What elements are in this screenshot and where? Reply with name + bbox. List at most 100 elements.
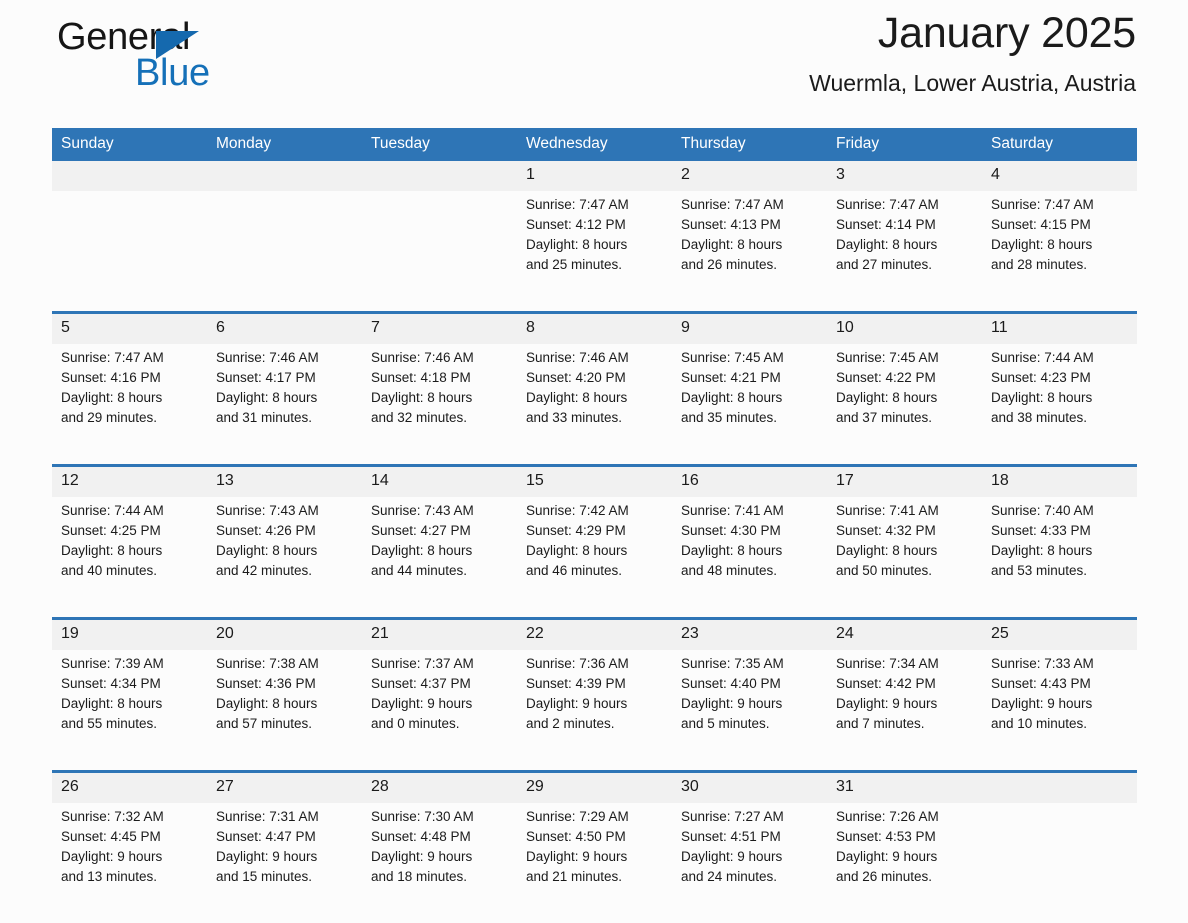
day-detail-line: and 28 minutes. [991,257,1088,272]
day-number[interactable]: 6 [207,314,362,344]
day-cell[interactable]: Sunrise: 7:30 AM Sunset: 4:48 PM Daylight:… [362,803,517,923]
day-number-row: 12 13 14 15 16 17 18 [52,467,1137,497]
day-cell-empty [207,191,362,311]
day-number[interactable]: 8 [517,314,672,344]
day-detail-line: Sunrise: 7:46 AM [371,350,474,365]
day-number[interactable]: 23 [672,620,827,650]
day-number[interactable]: 1 [517,161,672,191]
day-cell[interactable]: Sunrise: 7:44 AM Sunset: 4:23 PM Daylight:… [982,344,1137,464]
day-number[interactable]: 2 [672,161,827,191]
day-detail-line: Daylight: 8 hours [836,543,938,558]
logo-text-blue: Blue [135,52,210,94]
day-detail-line: Daylight: 8 hours [61,543,163,558]
day-detail-line: and 21 minutes. [526,869,623,884]
day-cell[interactable]: Sunrise: 7:47 AM Sunset: 4:16 PM Daylight:… [52,344,207,464]
day-number[interactable]: 24 [827,620,982,650]
day-number[interactable]: 10 [827,314,982,344]
day-cell[interactable]: Sunrise: 7:46 AM Sunset: 4:17 PM Daylight:… [207,344,362,464]
day-cell[interactable]: Sunrise: 7:34 AM Sunset: 4:42 PM Daylight:… [827,650,982,770]
day-detail-line: Daylight: 8 hours [371,390,473,405]
day-number[interactable]: 15 [517,467,672,497]
day-detail-line: Daylight: 8 hours [991,237,1093,252]
day-cell[interactable]: Sunrise: 7:42 AM Sunset: 4:29 PM Daylight:… [517,497,672,617]
day-number[interactable]: 12 [52,467,207,497]
day-cell[interactable]: Sunrise: 7:47 AM Sunset: 4:13 PM Daylight:… [672,191,827,311]
day-number[interactable]: 26 [52,773,207,803]
day-cell[interactable]: Sunrise: 7:43 AM Sunset: 4:26 PM Daylight:… [207,497,362,617]
day-detail-line: Daylight: 8 hours [526,237,628,252]
day-cell[interactable]: Sunrise: 7:41 AM Sunset: 4:30 PM Daylight:… [672,497,827,617]
day-cell[interactable]: Sunrise: 7:37 AM Sunset: 4:37 PM Daylight:… [362,650,517,770]
day-cell[interactable]: Sunrise: 7:26 AM Sunset: 4:53 PM Daylight:… [827,803,982,923]
day-number[interactable]: 7 [362,314,517,344]
day-number[interactable]: 21 [362,620,517,650]
day-detail-line: Sunrise: 7:42 AM [526,503,629,518]
day-detail-line: Daylight: 9 hours [991,696,1093,711]
day-cell[interactable]: Sunrise: 7:38 AM Sunset: 4:36 PM Daylight:… [207,650,362,770]
day-number[interactable]: 27 [207,773,362,803]
day-detail-line: and 55 minutes. [61,716,158,731]
day-detail-line: and 42 minutes. [216,563,313,578]
day-detail-line: Sunset: 4:37 PM [371,676,471,691]
day-number[interactable]: 22 [517,620,672,650]
day-cell[interactable]: Sunrise: 7:29 AM Sunset: 4:50 PM Daylight:… [517,803,672,923]
day-detail-line: Sunrise: 7:34 AM [836,656,939,671]
page-title: January 2025 [877,9,1136,57]
day-detail-line: and 29 minutes. [61,410,158,425]
day-cell[interactable]: Sunrise: 7:46 AM Sunset: 4:18 PM Daylight:… [362,344,517,464]
day-cell[interactable]: Sunrise: 7:36 AM Sunset: 4:39 PM Daylight:… [517,650,672,770]
day-number[interactable]: 3 [827,161,982,191]
day-number[interactable]: 4 [982,161,1137,191]
day-cell[interactable]: Sunrise: 7:45 AM Sunset: 4:22 PM Daylight:… [827,344,982,464]
day-number[interactable]: 28 [362,773,517,803]
day-number[interactable]: 30 [672,773,827,803]
day-cell[interactable]: Sunrise: 7:27 AM Sunset: 4:51 PM Daylight:… [672,803,827,923]
day-cell[interactable]: Sunrise: 7:47 AM Sunset: 4:14 PM Daylight:… [827,191,982,311]
day-detail-line: Sunrise: 7:36 AM [526,656,629,671]
day-detail-line: Sunset: 4:20 PM [526,370,626,385]
day-detail-row: Sunrise: 7:32 AM Sunset: 4:45 PM Daylight:… [52,803,1137,923]
day-cell[interactable]: Sunrise: 7:44 AM Sunset: 4:25 PM Daylight:… [52,497,207,617]
day-detail-line: Sunrise: 7:47 AM [61,350,164,365]
day-detail-line: Sunset: 4:47 PM [216,829,316,844]
day-detail-line: and 31 minutes. [216,410,313,425]
day-detail-line: and 50 minutes. [836,563,933,578]
day-detail-line: Sunrise: 7:45 AM [681,350,784,365]
day-number[interactable]: 11 [982,314,1137,344]
day-number[interactable]: 18 [982,467,1137,497]
day-number[interactable]: 17 [827,467,982,497]
day-cell[interactable]: Sunrise: 7:41 AM Sunset: 4:32 PM Daylight:… [827,497,982,617]
day-number[interactable]: 5 [52,314,207,344]
day-number[interactable]: 9 [672,314,827,344]
day-cell[interactable]: Sunrise: 7:43 AM Sunset: 4:27 PM Daylight:… [362,497,517,617]
day-cell[interactable]: Sunrise: 7:35 AM Sunset: 4:40 PM Daylight:… [672,650,827,770]
day-cell[interactable]: Sunrise: 7:45 AM Sunset: 4:21 PM Daylight:… [672,344,827,464]
day-detail-line: and 57 minutes. [216,716,313,731]
title-block: January 2025 Wuermla, Lower Austria, Aus… [809,9,1136,97]
day-number[interactable]: 31 [827,773,982,803]
day-detail-line: and 37 minutes. [836,410,933,425]
day-cell[interactable]: Sunrise: 7:47 AM Sunset: 4:15 PM Daylight:… [982,191,1137,311]
day-cell[interactable]: Sunrise: 7:31 AM Sunset: 4:47 PM Daylight:… [207,803,362,923]
day-cell[interactable]: Sunrise: 7:32 AM Sunset: 4:45 PM Daylight:… [52,803,207,923]
day-cell[interactable]: Sunrise: 7:40 AM Sunset: 4:33 PM Daylight:… [982,497,1137,617]
day-number[interactable]: 29 [517,773,672,803]
day-number[interactable]: 16 [672,467,827,497]
day-detail-line: and 40 minutes. [61,563,158,578]
general-blue-logo[interactable]: General Blue [57,16,317,108]
day-number[interactable]: 19 [52,620,207,650]
day-number[interactable]: 13 [207,467,362,497]
day-cell[interactable]: Sunrise: 7:33 AM Sunset: 4:43 PM Daylight:… [982,650,1137,770]
weekday-header-sunday: Sunday [52,128,207,161]
day-detail-line: Sunrise: 7:31 AM [216,809,319,824]
day-cell[interactable]: Sunrise: 7:39 AM Sunset: 4:34 PM Daylight:… [52,650,207,770]
day-cell[interactable]: Sunrise: 7:47 AM Sunset: 4:12 PM Daylight:… [517,191,672,311]
day-number[interactable]: 14 [362,467,517,497]
day-number[interactable]: 20 [207,620,362,650]
calendar-body: 1 2 3 4 Sunrise: 7:47 AM Sunset: 4:12 PM Dayli… [52,161,1137,923]
day-number[interactable]: 25 [982,620,1137,650]
day-detail-line: and 24 minutes. [681,869,778,884]
day-detail-line: Sunset: 4:27 PM [371,523,471,538]
day-detail-line: Sunrise: 7:44 AM [991,350,1094,365]
day-cell[interactable]: Sunrise: 7:46 AM Sunset: 4:20 PM Daylight:… [517,344,672,464]
